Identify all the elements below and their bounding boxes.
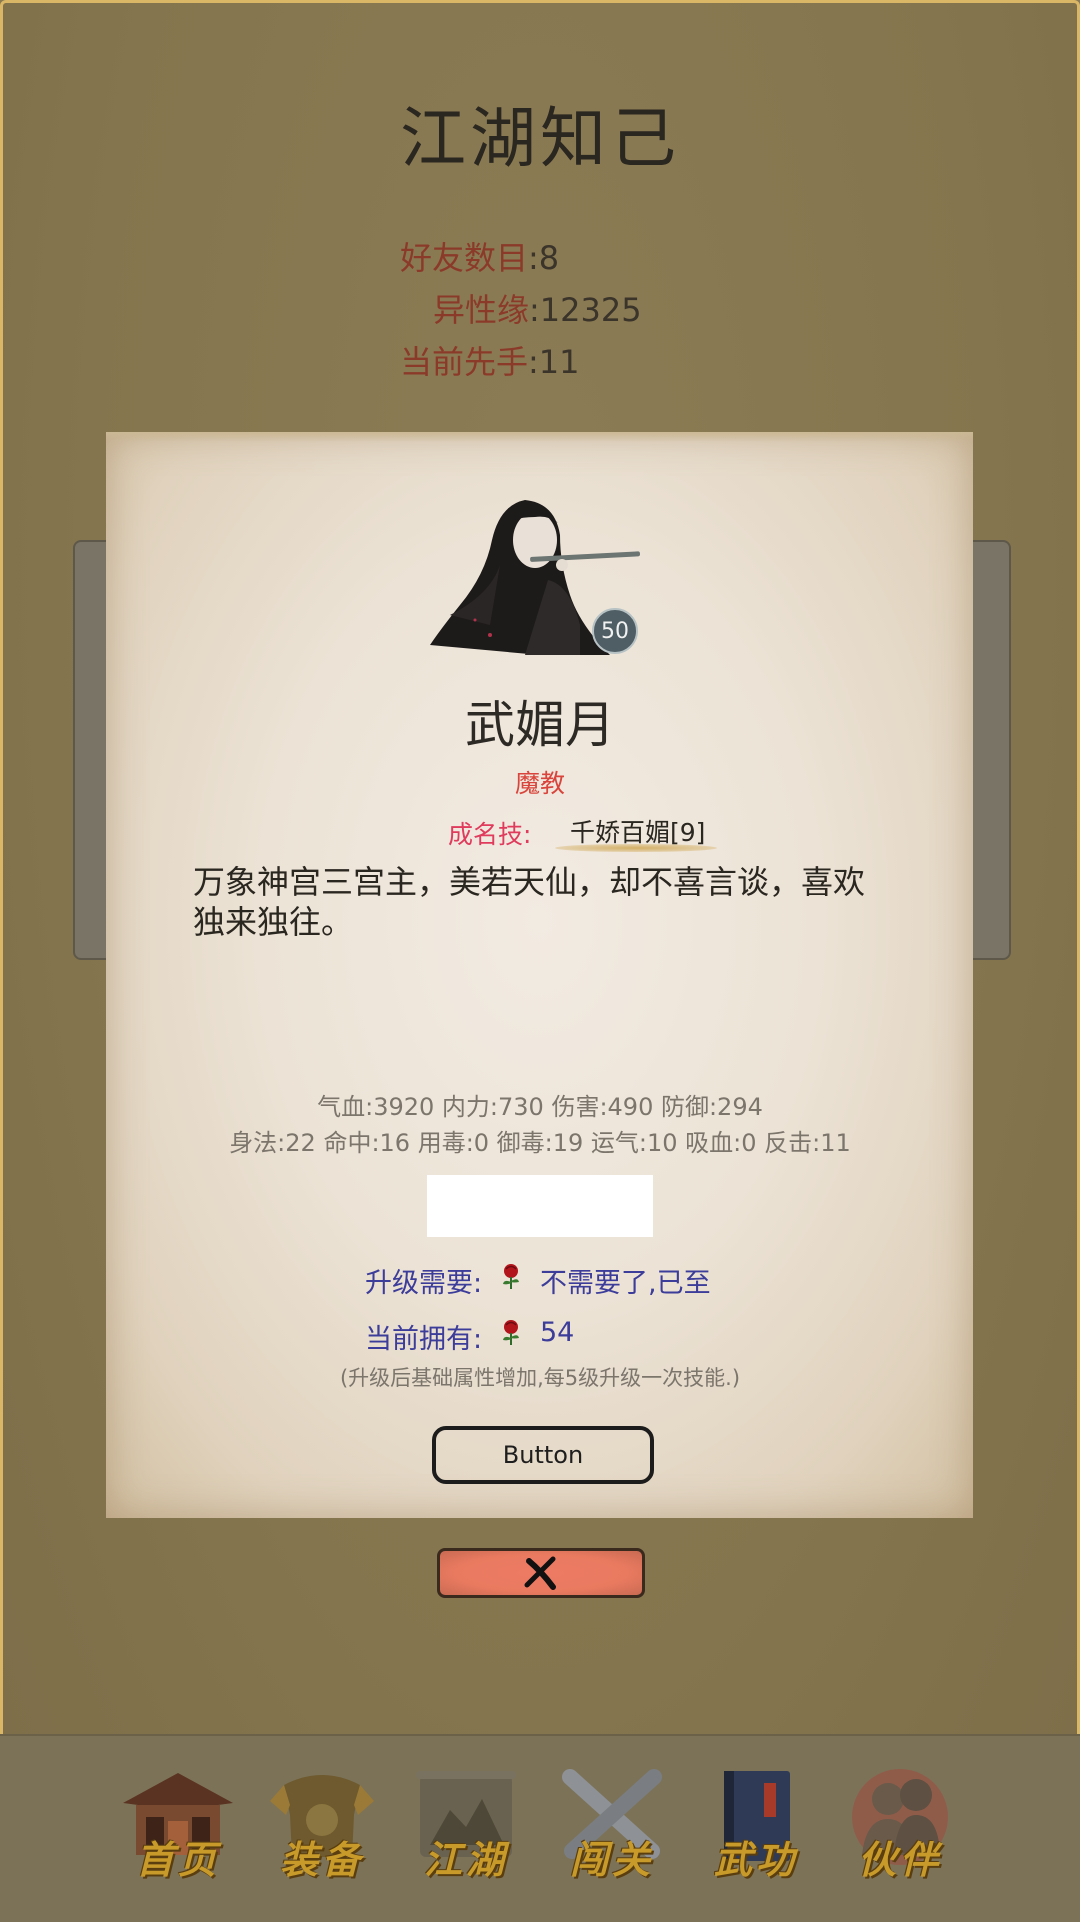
hero-attributes-secondary: 身法:22 命中:16 用毒:0 御毒:19 运气:10 吸血:0 反击:11: [229, 1129, 851, 1157]
hero-level-badge: 50: [592, 608, 638, 654]
nav-equipment[interactable]: 装备: [262, 1765, 382, 1890]
signature-skill-name[interactable]: 千娇百媚[9]: [570, 813, 705, 849]
nav-label: 首页: [135, 1837, 220, 1882]
current-owned-value: 54: [540, 1317, 575, 1348]
stat-value: :12325: [529, 291, 642, 329]
nav-home[interactable]: 首页: [118, 1765, 238, 1890]
nav-label: 江湖: [423, 1837, 508, 1882]
rose-icon: [503, 1320, 519, 1345]
stat-value: :11: [528, 343, 580, 381]
stat-friend-count: 好友数目:8: [400, 233, 559, 279]
hero-attributes-primary: 气血:3920 内力:730 伤害:490 防御:294: [317, 1093, 763, 1121]
close-button[interactable]: [437, 1548, 645, 1598]
nav-label: 伙伴: [857, 1837, 942, 1882]
upgrade-hint: (升级后基础属性增加,每5级升级一次技能.): [339, 1366, 741, 1390]
rose-icon: [503, 1264, 519, 1289]
blank-panel: [427, 1175, 653, 1237]
upgrade-button[interactable]: Button: [432, 1426, 654, 1484]
stat-charm: 异性缘:12325: [433, 285, 642, 331]
stat-label: 好友数目: [400, 239, 529, 277]
nav-label: 武功: [713, 1837, 798, 1882]
page-title: 江湖知己: [400, 100, 680, 177]
upgrade-need-value: 不需要了,已至: [540, 1268, 711, 1299]
stat-value: :8: [528, 239, 560, 277]
nav-label: 装备: [279, 1837, 364, 1882]
upgrade-need-label: 升级需要:: [365, 1268, 483, 1299]
stat-initiative: 当前先手:11: [400, 337, 580, 383]
current-owned-label: 当前拥有:: [365, 1324, 483, 1355]
nav-martial-arts[interactable]: 武功: [696, 1765, 816, 1890]
stat-label: 当前先手: [400, 343, 529, 381]
hero-description: 万象神宫三宫主，美若天仙，却不喜言谈，喜欢独来独往。: [193, 863, 866, 941]
nav-label: 闯关: [569, 1837, 654, 1882]
signature-skill-label: 成名技:: [448, 820, 532, 849]
hero-name: 武媚月: [465, 696, 615, 754]
nav-jianghu[interactable]: 江湖: [406, 1765, 526, 1890]
stat-label: 异性缘: [433, 291, 530, 329]
nav-challenge[interactable]: 闯关: [552, 1765, 672, 1890]
hero-sect: 魔教: [514, 769, 565, 798]
close-icon: [524, 1556, 556, 1590]
nav-partners[interactable]: 伙伴: [840, 1765, 960, 1890]
